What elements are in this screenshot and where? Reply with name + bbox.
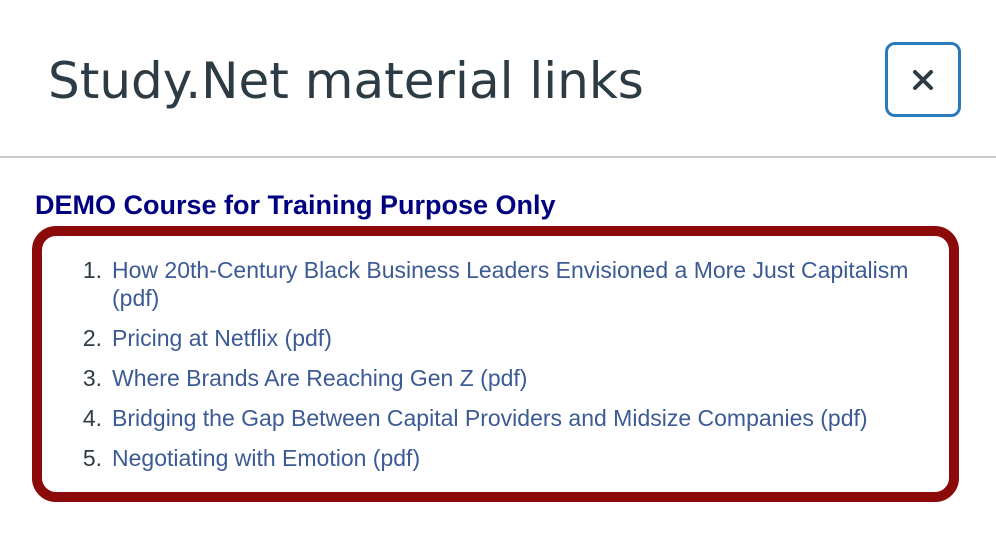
list-item: 1. How 20th-Century Black Business Leade… <box>68 256 948 312</box>
item-number: 2. <box>82 325 102 351</box>
material-link[interactable]: Negotiating with Emotion (pdf) <box>112 445 420 471</box>
dialog-title: Study.Net material links <box>48 52 644 110</box>
list-item: 2. Pricing at Netflix (pdf) <box>68 324 948 352</box>
item-number: 4. <box>82 405 102 431</box>
study-net-dialog: Study.Net material links DEMO Course for… <box>0 0 996 552</box>
close-icon <box>913 69 933 90</box>
material-link[interactable]: Where Brands Are Reaching Gen Z (pdf) <box>112 365 527 391</box>
item-number: 5. <box>82 445 102 471</box>
dialog-header: Study.Net material links <box>0 0 996 158</box>
item-number: 3. <box>82 365 102 391</box>
material-link[interactable]: Pricing at Netflix (pdf) <box>112 325 332 351</box>
list-item: 3. Where Brands Are Reaching Gen Z (pdf) <box>68 364 948 392</box>
list-item: 4. Bridging the Gap Between Capital Prov… <box>68 404 948 432</box>
materials-list: 1. How 20th-Century Black Business Leade… <box>68 256 948 484</box>
material-link[interactable]: How 20th-Century Black Business Leaders … <box>112 257 908 311</box>
materials-list-box: 1. How 20th-Century Black Business Leade… <box>32 226 959 502</box>
material-link[interactable]: Bridging the Gap Between Capital Provide… <box>112 405 868 431</box>
item-number: 1. <box>82 257 102 283</box>
course-heading: DEMO Course for Training Purpose Only <box>35 190 556 220</box>
close-button[interactable] <box>885 42 961 117</box>
list-item: 5. Negotiating with Emotion (pdf) <box>68 444 948 472</box>
